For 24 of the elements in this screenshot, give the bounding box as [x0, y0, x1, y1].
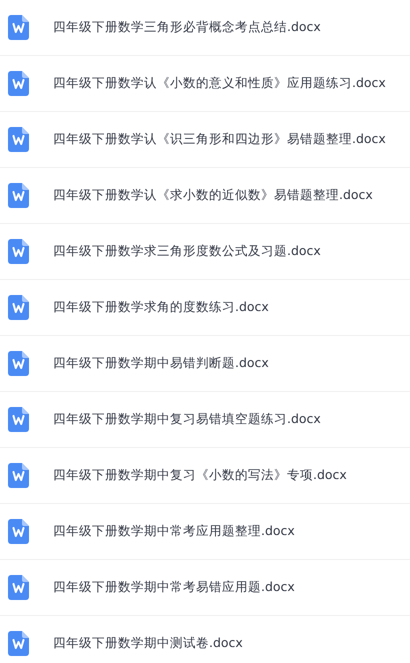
document-icon: [8, 351, 29, 376]
file-name[interactable]: 四年级下册数学期中复习易错填空题练习.docx: [53, 410, 321, 429]
file-name[interactable]: 四年级下册数学认《小数的意义和性质》应用题练习.docx: [53, 74, 386, 93]
file-name[interactable]: 四年级下册数学求三角形度数公式及习题.docx: [53, 242, 321, 261]
document-icon: [8, 15, 29, 40]
document-icon: [8, 127, 29, 152]
document-icon: [8, 631, 29, 656]
file-name[interactable]: 四年级下册数学求角的度数练习.docx: [53, 298, 269, 317]
file-name[interactable]: 四年级下册数学期中常考应用题整理.docx: [53, 522, 295, 541]
document-icon: [8, 71, 29, 96]
file-name[interactable]: 四年级下册数学认《求小数的近似数》易错题整理.docx: [53, 186, 373, 205]
file-name[interactable]: 四年级下册数学期中易错判断题.docx: [53, 354, 269, 373]
document-icon: [8, 295, 29, 320]
file-name[interactable]: 四年级下册数学期中常考易错应用题.docx: [53, 578, 295, 597]
document-icon: [8, 239, 29, 264]
file-name[interactable]: 四年级下册数学三角形必背概念考点总结.docx: [53, 18, 321, 37]
document-icon: [8, 519, 29, 544]
file-name[interactable]: 四年级下册数学认《识三角形和四边形》易错题整理.docx: [53, 130, 386, 149]
document-icon: [8, 575, 29, 600]
file-name[interactable]: 四年级下册数学期中复习《小数的写法》专项.docx: [53, 466, 347, 485]
document-icon: [8, 183, 29, 208]
document-icon: [8, 463, 29, 488]
file-name[interactable]: 四年级下册数学期中测试卷.docx: [53, 634, 243, 653]
document-icon: [8, 407, 29, 432]
